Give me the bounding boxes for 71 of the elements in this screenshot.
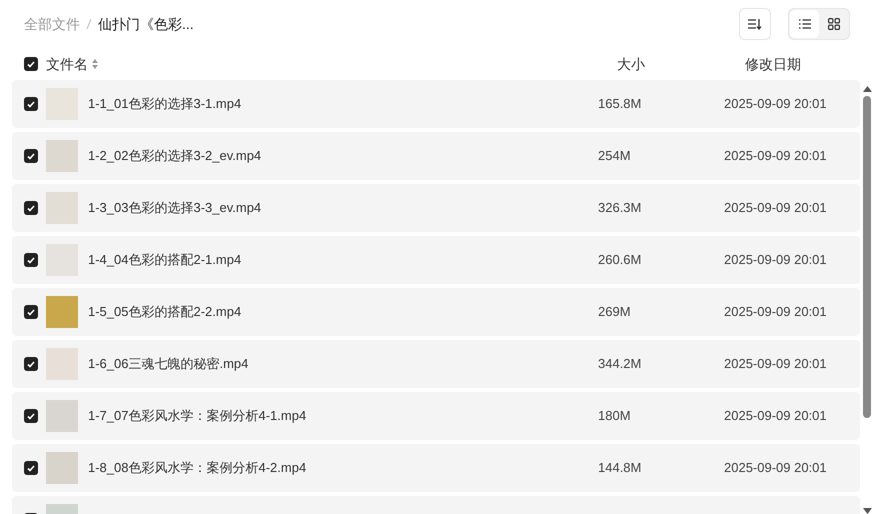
file-size: 269M [598,303,632,322]
file-name: 1-2_02色彩的选择3-2_ev.mp4 [88,147,262,166]
file-size: 254M [598,147,632,166]
file-row[interactable]: 1-4_04色彩的搭配2-1.mp4 260.6M 2025-09-09 20:01 [12,236,860,284]
modified-date: 2025-09-09 20:01 [724,199,827,218]
video-thumbnail-placeholder [46,88,78,120]
video-thumbnail-placeholder [46,400,78,432]
checkmark-icon [27,464,35,472]
video-thumbnail-placeholder [46,452,78,484]
file-name: 1-4_04色彩的搭配2-1.mp4 [88,251,242,270]
sort-button[interactable] [739,8,771,40]
file-name: 1-3_03色彩的选择3-3_ev.mp4 [88,199,262,218]
modified-date: 2025-09-09 20:01 [724,355,827,374]
checkmark-icon [27,360,35,368]
file-name: 1-8_08色彩风水学：案例分析4-2.mp4 [88,459,308,478]
list-icon [798,19,810,29]
column-header: 文件名 [46,54,88,74]
file-row[interactable]: 1-1_01色彩的选择3-1.mp4 165.8M 2025-09-09 20:01 [12,80,860,128]
separator-icon [86,18,92,30]
scroll-down-icon[interactable] [862,508,872,514]
checkbox[interactable] [24,149,38,163]
scrollbar-thumb[interactable] [863,96,871,418]
file-name: 1-6_06三魂七魄的秘密.mp4 [88,355,250,374]
checkmark-icon [27,152,35,160]
sort-icon [748,18,762,30]
modified-date: 2025-09-09 20:01 [724,147,827,166]
file-size: 344.2M [598,355,642,374]
checkbox[interactable] [24,253,38,267]
checkmark-icon [27,60,35,68]
checkmark-icon [27,256,35,264]
file-row[interactable]: 1-8_08色彩风水学：案例分析4-2.mp4 144.8M 2025-09-09 20:01 [12,444,860,492]
checkmark-icon [27,412,35,420]
video-thumbnail-placeholder [46,348,78,380]
checkbox[interactable] [24,97,38,111]
checkmark-icon [27,308,35,316]
checkmark-icon [27,204,35,212]
file-size: 260.6M [598,251,642,270]
checkbox[interactable] [24,305,38,319]
modified-date: 2025-09-09 20:01 [724,251,827,270]
checkbox[interactable] [24,201,38,215]
file-row[interactable]: 1-6_06三魂七魄的秘密.mp4 344.2M 2025-09-09 20:01 [12,340,860,388]
file-size: 180M [598,407,632,426]
grid-icon [828,18,840,30]
video-thumbnail-placeholder [46,140,78,172]
checkmark-icon [27,100,35,108]
file-size: 165.8M [598,95,642,114]
sort-icon[interactable] [91,58,99,70]
checkbox[interactable] [24,357,38,371]
file-size: 144.8M [598,459,642,478]
video-thumbnail-placeholder [46,296,78,328]
file-name: 1-1_01色彩的选择3-1.mp4 [88,95,242,114]
file-row[interactable]: 1-2_02色彩的选择3-2_ev.mp4 254M 2025-09-09 20:01 [12,132,860,180]
file-row[interactable]: 1-7_07色彩风水学：案例分析4-1.mp4 180M 2025-09-09 20:01 [12,392,860,440]
file-name: 1-7_07色彩风水学：案例分析4-1.mp4 [88,407,308,426]
list-view-button[interactable] [790,10,819,38]
file-row[interactable]: 1-3_03色彩的选择3-3_ev.mp4 326.3M 2025-09-09 20:01 [12,184,860,232]
file-size: 326.3M [598,199,642,218]
modified-date: 2025-09-09 20:01 [724,303,827,322]
checkbox[interactable] [24,57,38,71]
column-header: 修改日期 [745,54,801,74]
modified-date: 2025-09-09 20:01 [724,459,827,478]
file-name: 1-5_05色彩的搭配2-2.mp4 [88,303,242,322]
scroll-up-icon[interactable] [862,86,872,92]
modified-date: 2025-09-09 20:01 [724,407,827,426]
file-row[interactable]: 1-5_05色彩的搭配2-2.mp4 269M 2025-09-09 20:01 [12,288,860,336]
modified-date: 2025-09-09 20:01 [724,95,827,114]
video-thumbnail-placeholder [46,192,78,224]
checkbox[interactable] [24,461,38,475]
column-header: 大小 [617,54,645,74]
checkbox[interactable] [24,409,38,423]
breadcrumb-link[interactable]: 仙扑门《色彩... [98,14,194,34]
